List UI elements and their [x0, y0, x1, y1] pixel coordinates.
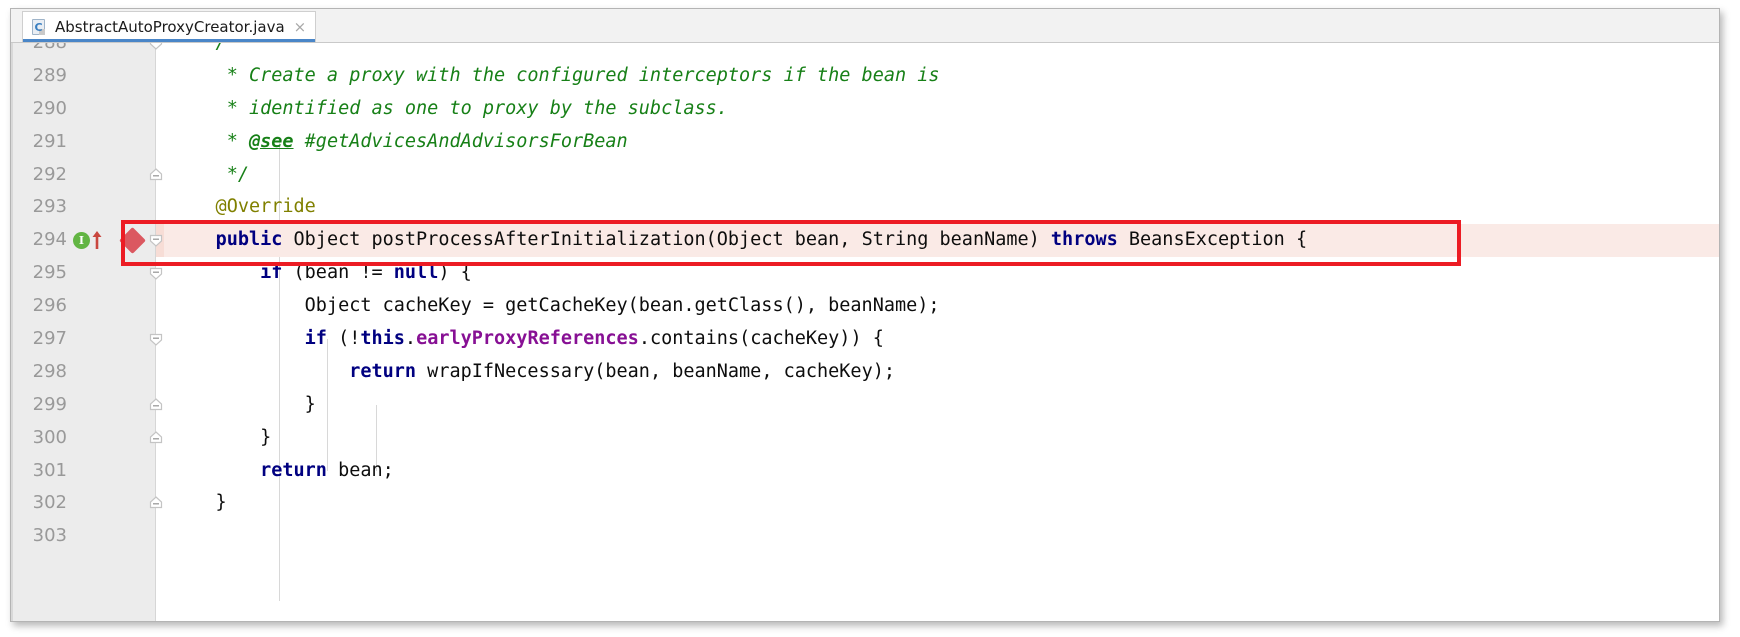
code-line[interactable]: 301 return bean;: [11, 455, 1719, 488]
code-text: }: [171, 393, 316, 415]
line-number: 293: [32, 196, 67, 218]
breakpoint-icon[interactable]: [119, 227, 146, 255]
line-number: 299: [32, 393, 67, 415]
code-line[interactable]: 292 */: [11, 159, 1719, 192]
line-number: 295: [32, 262, 67, 284]
code-line[interactable]: 290 * identified as one to proxy by the …: [11, 93, 1719, 126]
code-line[interactable]: 294 I public Object postProcessAfterIniti…: [11, 224, 1719, 258]
fold-marker-collapsed-bottom[interactable]: [148, 495, 164, 511]
fold-marker-expanded-top[interactable]: [148, 265, 164, 281]
code-text: @Override: [171, 196, 316, 218]
code-text: if (bean != null) {: [260, 262, 472, 284]
code-line[interactable]: 289 * Create a proxy with the configured…: [11, 60, 1719, 93]
code-text: }: [171, 492, 227, 514]
line-number: 297: [32, 328, 67, 350]
java-class-file-icon: C: [31, 18, 48, 36]
editor-tab-active[interactable]: C AbstractAutoProxyCreator.java ×: [22, 11, 317, 42]
close-icon[interactable]: ×: [292, 19, 307, 35]
line-number: 294: [32, 229, 67, 251]
java-class-file-icon-letter: C: [34, 20, 43, 34]
code-line[interactable]: 297 if (!this.earlyProxyReferences.conta…: [11, 323, 1719, 356]
line-number: 296: [32, 295, 67, 317]
screenshot-root: C AbstractAutoProxyCreator.java × 288 /*…: [0, 0, 1740, 637]
code-line-list: 288 /**289 * Create a proxy with the con…: [11, 43, 1719, 621]
code-line[interactable]: 295 if (bean != null) {: [11, 257, 1719, 290]
fold-marker-expanded-top[interactable]: [148, 232, 164, 248]
code-text: /**: [171, 43, 249, 60]
line-number: 302: [32, 492, 67, 514]
fold-marker-collapsed-bottom[interactable]: [148, 397, 164, 413]
line-number: 300: [32, 426, 67, 448]
code-line[interactable]: 300 }: [11, 422, 1719, 455]
code-line[interactable]: 302 }: [11, 487, 1719, 520]
fold-marker-collapsed-bottom[interactable]: [148, 430, 164, 446]
code-editor[interactable]: 288 /**289 * Create a proxy with the con…: [11, 43, 1719, 621]
code-line[interactable]: 291 * @see #getAdvicesAndAdvisorsForBean: [11, 126, 1719, 159]
code-text: return bean;: [260, 459, 394, 481]
editor-tab-bar: C AbstractAutoProxyCreator.java ×: [11, 9, 1719, 43]
code-line[interactable]: 299 }: [11, 389, 1719, 422]
fold-marker-expanded-top[interactable]: [148, 331, 164, 347]
code-line[interactable]: 288 /**: [11, 43, 1719, 60]
code-text: */: [171, 163, 249, 185]
fold-marker-collapsed-bottom[interactable]: [148, 167, 164, 183]
code-text: public Object postProcessAfterInitializa…: [215, 229, 1308, 251]
code-line[interactable]: 293 @Override: [11, 191, 1719, 224]
line-number: 298: [32, 360, 67, 382]
code-text: * Create a proxy with the configured int…: [171, 64, 940, 86]
line-number: 301: [32, 459, 67, 481]
code-text: * identified as one to proxy by the subc…: [171, 97, 728, 119]
code-line[interactable]: 298 return wrapIfNecessary(bean, beanNam…: [11, 356, 1719, 389]
code-text: if (!this.earlyProxyReferences.contains(…: [304, 328, 884, 350]
line-number: 292: [32, 163, 67, 185]
line-number: 288: [11, 43, 67, 60]
editor-tab-label: AbstractAutoProxyCreator.java: [55, 17, 285, 36]
code-line[interactable]: 303: [11, 520, 1719, 553]
code-text: * @see #getAdvicesAndAdvisorsForBean: [171, 130, 628, 152]
code-text: return wrapIfNecessary(bean, beanName, c…: [349, 360, 895, 382]
code-text: Object cacheKey = getCacheKey(bean.getCl…: [171, 295, 940, 317]
editor-window: C AbstractAutoProxyCreator.java × 288 /*…: [10, 8, 1720, 622]
code-text: }: [171, 426, 272, 448]
code-line[interactable]: 296 Object cacheKey = getCacheKey(bean.g…: [11, 290, 1719, 323]
line-number: 290: [32, 97, 67, 119]
fold-marker-expanded-top[interactable]: [148, 43, 164, 51]
line-number: 303: [32, 525, 67, 547]
line-number: 289: [32, 64, 67, 86]
overriding-method-arrow-icon[interactable]: [91, 229, 103, 251]
line-number: 291: [32, 130, 67, 152]
run-method-icon[interactable]: I: [73, 232, 90, 250]
